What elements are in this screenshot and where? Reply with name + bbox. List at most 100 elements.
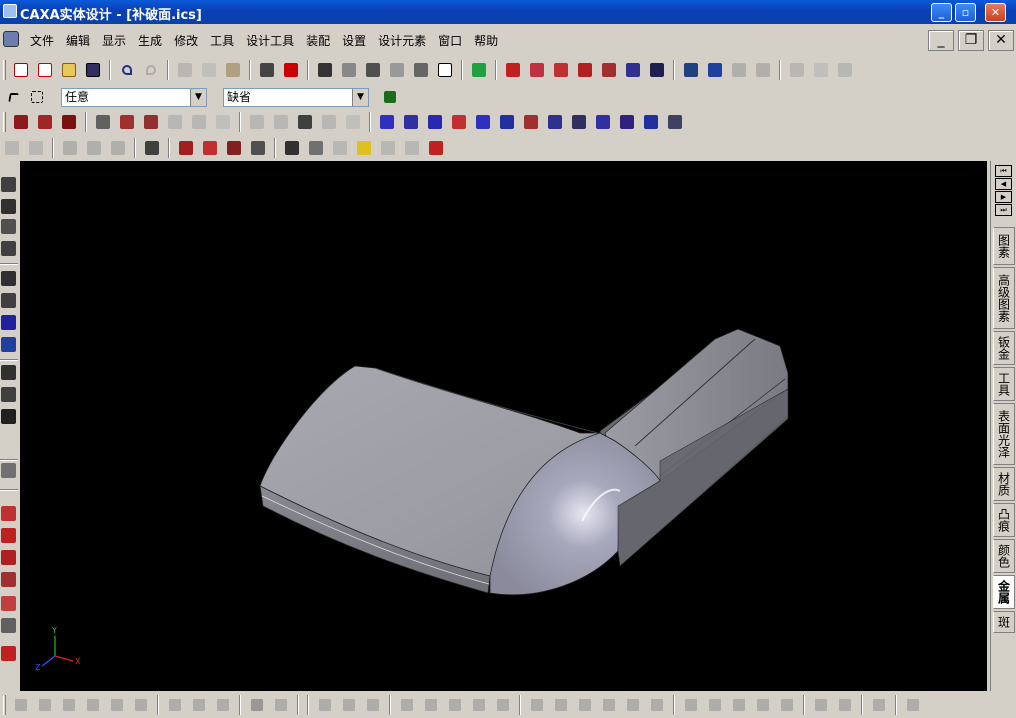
style-combo[interactable]: 缺省 ▼	[223, 87, 369, 107]
right-tab[interactable]: 颜色	[993, 539, 1015, 573]
mdi-restore-button[interactable]: ❐	[958, 30, 984, 51]
right-tab[interactable]: 凸痕	[993, 503, 1015, 537]
surface-6-icon[interactable]	[496, 111, 518, 133]
view-icon[interactable]	[386, 59, 408, 81]
find-icon[interactable]	[256, 59, 278, 81]
fit-view-icon[interactable]	[1, 315, 16, 330]
chain-icon[interactable]	[834, 59, 856, 81]
highlight-icon[interactable]	[353, 137, 375, 159]
right-tab[interactable]: 高级图素	[993, 267, 1015, 329]
bottom-tool-icon[interactable]	[622, 694, 644, 716]
tab-prev-button[interactable]: ◀	[995, 178, 1012, 190]
cut-icon[interactable]	[174, 59, 196, 81]
look-at-icon[interactable]	[1, 337, 16, 352]
dim-icon[interactable]	[1, 137, 23, 159]
right-tab[interactable]: 材质	[993, 467, 1015, 501]
app-icon[interactable]	[3, 4, 17, 18]
select-box-icon[interactable]	[26, 86, 48, 108]
sketch-text-icon[interactable]	[1, 646, 16, 661]
bottom-tool-icon[interactable]	[680, 694, 702, 716]
model-canvas[interactable]: Y X Z	[20, 161, 987, 691]
maximize-button[interactable]: ▫	[955, 3, 976, 22]
shell-icon[interactable]	[140, 111, 162, 133]
toolbar-grip[interactable]	[3, 112, 6, 132]
tab-last-button[interactable]: ⏭	[995, 204, 1012, 216]
face-1-icon[interactable]	[59, 137, 81, 159]
menu-item[interactable]: 工具	[204, 32, 240, 49]
bottom-tool-icon[interactable]	[646, 694, 668, 716]
split-icon[interactable]	[188, 111, 210, 133]
up-arrow-icon[interactable]	[175, 137, 197, 159]
sketch-circle-icon[interactable]	[1, 550, 16, 565]
right-tab[interactable]: 金属	[993, 575, 1015, 609]
bottom-tool-icon[interactable]	[834, 694, 856, 716]
revolve-icon[interactable]	[34, 111, 56, 133]
toolbar-grip[interactable]	[3, 695, 6, 715]
menu-item[interactable]: 装配	[300, 32, 336, 49]
bottom-tool-icon[interactable]	[420, 694, 442, 716]
bottom-tool-icon[interactable]	[246, 694, 268, 716]
right-tab[interactable]: 图素	[993, 227, 1015, 265]
surface-3-icon[interactable]	[424, 111, 446, 133]
snapshot-icon[interactable]	[1, 387, 16, 402]
sketch-line-icon[interactable]	[1, 506, 16, 521]
new-drawing-icon[interactable]	[34, 59, 56, 81]
mdi-close-button[interactable]: ✕	[988, 30, 1014, 51]
sketch-arc-icon[interactable]	[1, 572, 16, 587]
measure-icon[interactable]	[1, 463, 16, 478]
text-tool-icon[interactable]	[281, 137, 303, 159]
document-icon[interactable]	[3, 31, 19, 47]
bottom-tool-icon[interactable]	[362, 694, 384, 716]
draft-icon[interactable]	[164, 111, 186, 133]
offset-icon[interactable]	[342, 111, 364, 133]
menu-item[interactable]: 设计工具	[240, 32, 300, 49]
move-tool-icon[interactable]	[502, 59, 524, 81]
extrude-icon[interactable]	[10, 111, 32, 133]
stack-icon[interactable]	[329, 137, 351, 159]
save-icon[interactable]	[82, 59, 104, 81]
surface-5-icon[interactable]	[472, 111, 494, 133]
chamfer-icon[interactable]	[116, 111, 138, 133]
bottom-tool-icon[interactable]	[752, 694, 774, 716]
surface-2-icon[interactable]	[400, 111, 422, 133]
right-tab[interactable]: 工具	[993, 367, 1015, 401]
link-icon[interactable]	[786, 59, 808, 81]
right-tab[interactable]: 钣金	[993, 331, 1015, 365]
chevron-down-icon[interactable]: ▼	[190, 88, 206, 106]
help-pointer-icon[interactable]	[280, 59, 302, 81]
bottom-tool-icon[interactable]	[598, 694, 620, 716]
hand-icon[interactable]	[199, 137, 221, 159]
select-arrow-icon[interactable]	[2, 86, 24, 108]
zoom-icon[interactable]	[1, 271, 16, 286]
menu-item[interactable]: 显示	[96, 32, 132, 49]
tab-first-button[interactable]: ⏮	[995, 165, 1012, 177]
sheet-icon[interactable]	[247, 137, 269, 159]
surface-1-icon[interactable]	[376, 111, 398, 133]
select-filter-combo[interactable]: 任意 ▼	[61, 87, 207, 107]
camera-view-icon[interactable]	[1, 365, 16, 380]
bottom-tool-icon[interactable]	[902, 694, 924, 716]
bottom-tool-icon[interactable]	[776, 694, 798, 716]
box-tool-icon[interactable]	[305, 137, 327, 159]
bottom-tool-icon[interactable]	[728, 694, 750, 716]
right-tab[interactable]: 斑	[993, 611, 1015, 633]
brush-icon[interactable]	[728, 59, 750, 81]
mdi-minimize-button[interactable]: _	[928, 30, 954, 51]
menu-item[interactable]: 设计元素	[372, 32, 432, 49]
walk-icon[interactable]	[1, 219, 16, 234]
bottom-tool-icon[interactable]	[130, 694, 152, 716]
chevron-down-icon[interactable]: ▼	[352, 88, 368, 106]
pattern-icon[interactable]	[212, 111, 234, 133]
scale-tool-icon[interactable]	[550, 59, 572, 81]
bottom-tool-icon[interactable]	[550, 694, 572, 716]
menu-item[interactable]: 窗口	[432, 32, 468, 49]
boolean-icon[interactable]	[246, 111, 268, 133]
intersect-icon[interactable]	[270, 111, 292, 133]
light-icon[interactable]	[338, 59, 360, 81]
paint-icon[interactable]	[704, 59, 726, 81]
sketch-rect-icon[interactable]	[1, 528, 16, 543]
surface-11-icon[interactable]	[616, 111, 638, 133]
surface-7-icon[interactable]	[520, 111, 542, 133]
grid-icon[interactable]	[1, 409, 16, 424]
sketch-offset-icon[interactable]	[1, 618, 16, 633]
